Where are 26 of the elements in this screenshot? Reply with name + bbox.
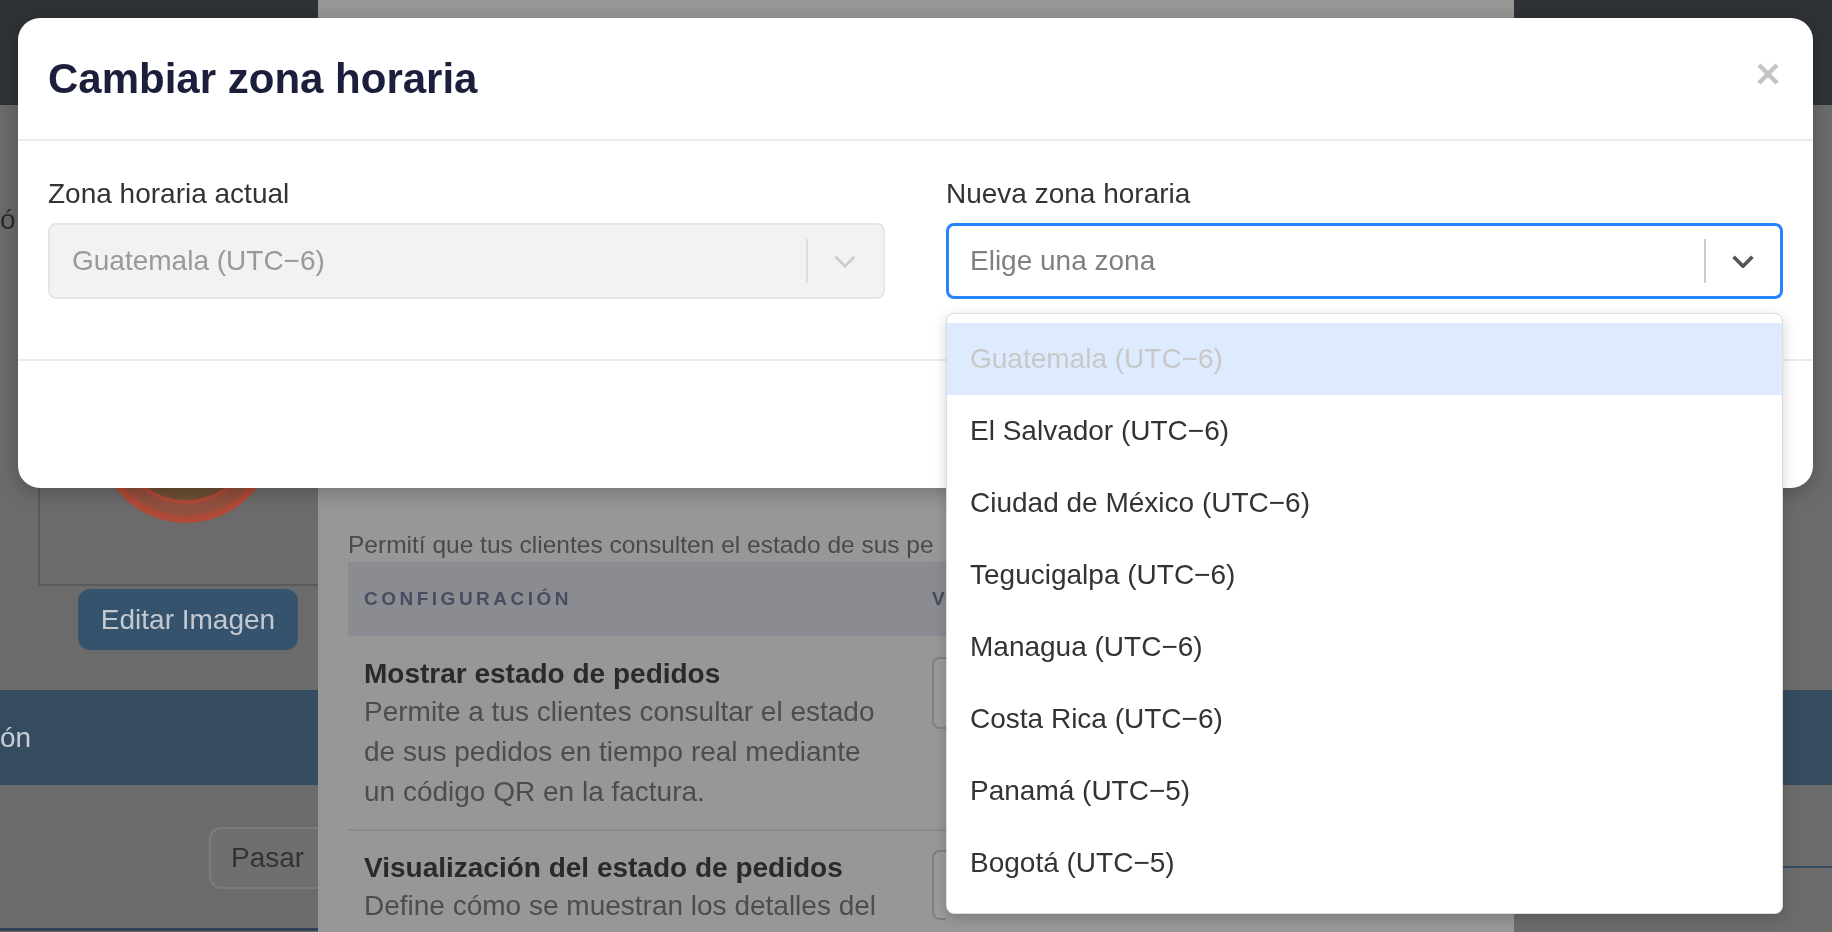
column-header: V [932,588,949,610]
menu-option[interactable]: Managua (UTC−6) [947,611,1782,683]
chevron-icon [1732,254,1754,268]
menu-option[interactable]: Ciudad de México (UTC−6) [947,467,1782,539]
menu-option[interactable]: El Salvador (UTC−6) [947,395,1782,467]
menu-option[interactable]: Costa Rica (UTC−6) [947,683,1782,755]
input-field[interactable] [932,850,946,920]
menu-option[interactable]: Tegucigalpa (UTC−6) [947,539,1782,611]
close-icon[interactable] [1757,62,1779,85]
section-heading: ó [0,205,16,235]
setting-title: Visualización del estado de pedidos [364,851,844,885]
field-label: Zona horaria actual [48,178,290,210]
field-label: Nueva zona horaria [946,178,1191,210]
setting-description: Define cómo se muestran los detalles del [364,889,878,923]
menu-option[interactable]: Panamá (UTC−5) [947,755,1782,827]
chevron-icon [834,254,856,268]
column-header: CONFIGURACIÓN [364,588,573,610]
dialog-title: Cambiar zona horaria [48,53,478,104]
setting-description: Permite a tus clientes consultar el estado de sus pedidos en tiempo real mediante un código QR en la factura. [364,695,876,809]
banner-title: ón [0,721,32,754]
intro-text: Permití que tus clientes consulten el estado de sus pe [348,530,934,560]
edit-image-button[interactable]: Editar Imagen [78,589,298,650]
input-field[interactable] [932,657,946,729]
select-field[interactable]: Elige una zona [946,223,1783,299]
setting-title: Mostrar estado de pedidos [364,657,722,691]
menu-option[interactable]: Bogotá (UTC−5) [947,827,1782,899]
